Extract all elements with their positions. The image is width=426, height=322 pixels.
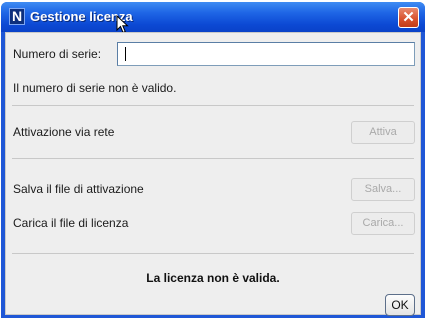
serial-error-message: Il numero di serie non è valido.	[13, 81, 177, 95]
close-button[interactable]: ✕	[398, 7, 419, 28]
load-license-file-label: Carica il file di licenza	[13, 216, 129, 230]
title-bar[interactable]: N Gestione licenza ✕	[1, 2, 425, 34]
save-activation-file-label: Salva il file di attivazione	[13, 182, 144, 196]
separator	[12, 158, 414, 159]
activate-button[interactable]: Attiva	[351, 121, 415, 144]
license-dialog: N Gestione licenza ✕ Numero di serie: Il…	[1, 2, 425, 318]
app-icon: N	[9, 8, 25, 25]
network-activation-label: Attivazione via rete	[13, 125, 115, 139]
serial-number-input[interactable]	[117, 42, 415, 66]
separator	[12, 105, 414, 106]
ok-button[interactable]: OK	[385, 294, 415, 316]
serial-number-label: Numero di serie:	[13, 47, 102, 61]
text-caret	[125, 47, 126, 61]
save-button[interactable]: Salva...	[351, 178, 415, 201]
dialog-content: Numero di serie: Il numero di serie non …	[5, 32, 421, 316]
load-button[interactable]: Carica...	[351, 212, 415, 235]
license-status-message: La licenza non è valida.	[146, 271, 280, 285]
separator	[12, 253, 414, 254]
